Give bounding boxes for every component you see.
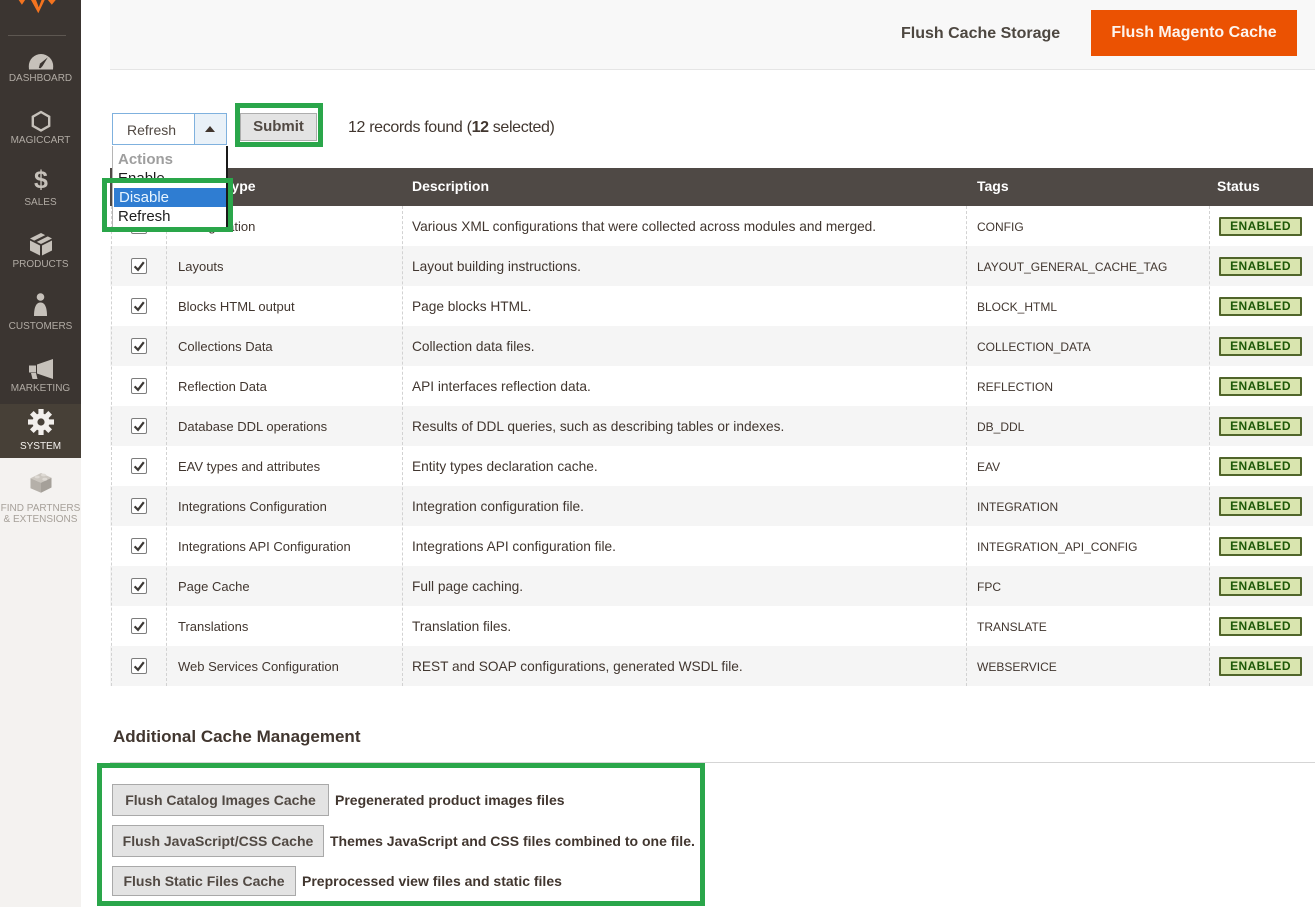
svg-text:$: $: [34, 167, 48, 193]
